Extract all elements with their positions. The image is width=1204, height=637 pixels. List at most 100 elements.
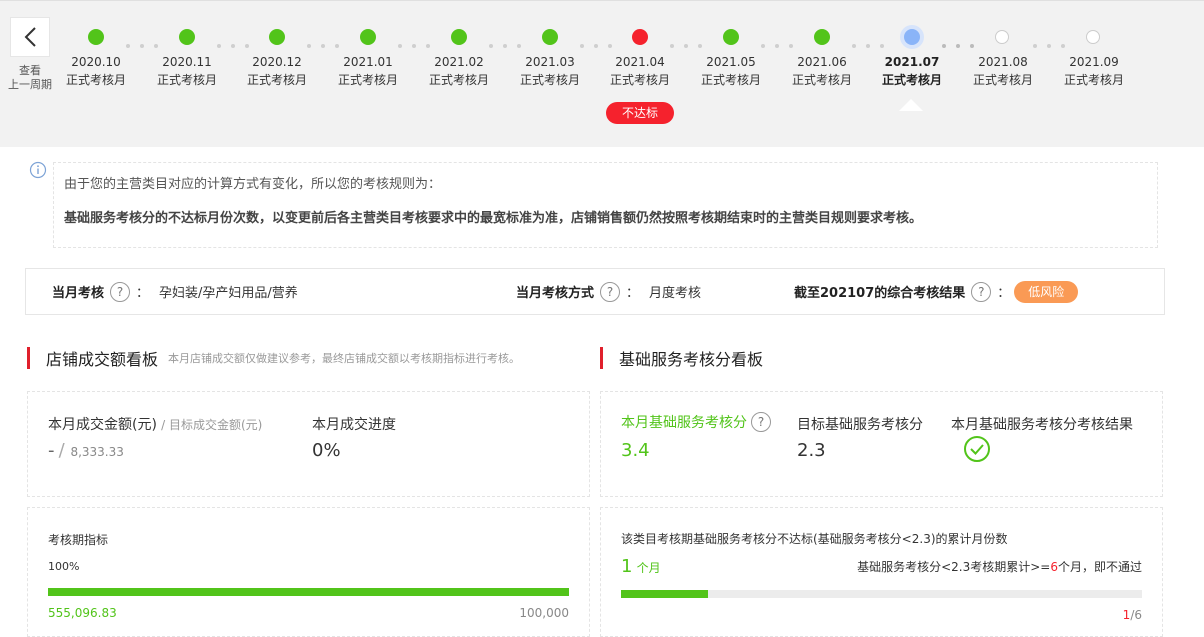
month-date: 2021.01	[343, 55, 393, 69]
timeline-connector	[489, 37, 531, 48]
timeline-month-2021.01[interactable]: 2021.01 正式考核月	[328, 53, 408, 89]
month-type: 正式考核月	[972, 73, 1033, 87]
period-current-value: 555,096.83	[48, 606, 117, 620]
score-label-row: 本月基础服务考核分 ?	[621, 412, 777, 432]
risk-badge: 低风险	[1014, 280, 1079, 303]
timeline-dot-2021.02[interactable]	[451, 29, 467, 45]
month-date: 2021.07	[884, 55, 940, 69]
timeline-month-2021.05[interactable]: 2021.05 正式考核月	[691, 53, 771, 89]
overall-result-item: 截至202107的综合考核结果 ? ： 低风险	[794, 269, 1079, 314]
target-score-value: 2.3	[797, 440, 826, 461]
month-type: 正式考核月	[881, 73, 942, 87]
score-label: 本月基础服务考核分	[621, 415, 747, 431]
amount-label: 本月成交金额(元)	[48, 417, 157, 433]
target-amount-value: 8,333.33	[70, 445, 124, 459]
timeline-dot-2020.10[interactable]	[88, 29, 104, 45]
month-type: 正式考核月	[65, 73, 126, 87]
timeline-month-2020.11[interactable]: 2020.11 正式考核月	[147, 53, 227, 89]
timeline-connector	[307, 37, 349, 48]
month-type: 正式考核月	[337, 73, 398, 87]
timeline-dot-2021.01[interactable]	[360, 29, 376, 45]
fail-ratio-denominator: /6	[1130, 608, 1142, 622]
timeline-month-2020.12[interactable]: 2020.12 正式考核月	[237, 53, 317, 89]
fail-description: 该类目考核期基础服务考核分不达标(基础服务考核分<2.3)的累计月份数	[621, 532, 1008, 546]
month-type: 正式考核月	[246, 73, 307, 87]
timeline-dot-2021.08[interactable]	[995, 30, 1009, 44]
month-date: 2021.06	[797, 55, 847, 69]
colon: ：	[626, 286, 640, 301]
timeline-connector	[580, 37, 622, 48]
timeline-month-2021.08[interactable]: 2021.08 正式考核月	[963, 53, 1043, 89]
timeline-dot-2021.09[interactable]	[1086, 30, 1100, 44]
current-month-label: 当月考核	[52, 286, 105, 301]
rule-suffix: 个月，即不通过	[1057, 560, 1142, 574]
sales-summary-card: 本月成交金额(元) / 目标成交金额(元) - / 8,333.33 本月成交进…	[27, 391, 590, 497]
timeline-connector	[398, 37, 440, 48]
progress-label: 本月成交进度	[312, 417, 396, 433]
month-date: 2020.10	[71, 55, 121, 69]
notice-line1: 由于您的主营类目对应的计算方式有变化，所以您的考核规则为：	[64, 177, 442, 192]
help-icon[interactable]: ?	[600, 281, 621, 302]
amount-value: -	[48, 440, 55, 461]
period-label: 考核期指标	[48, 533, 109, 547]
month-type: 正式考核月	[519, 73, 580, 87]
month-date: 2021.05	[706, 55, 756, 69]
timeline-dot-2020.12[interactable]	[269, 29, 285, 45]
check-circle-icon	[964, 436, 990, 462]
timeline-month-2021.09[interactable]: 2021.09 正式考核月	[1054, 53, 1134, 89]
fail-count-row: 1 个月	[621, 556, 661, 577]
period-progress-fill	[48, 588, 569, 596]
sales-section-subtitle: 本月店铺成交额仅做建议参考，最终店铺成交额以考核期指标进行考核。	[168, 352, 521, 365]
timeline-connector	[1033, 37, 1075, 48]
month-type: 正式考核月	[609, 73, 670, 87]
target-score-label: 目标基础服务考核分	[797, 417, 923, 433]
help-icon[interactable]: ?	[110, 281, 131, 302]
overall-result-label: 截至202107的综合考核结果	[794, 286, 966, 301]
timeline-connector	[217, 37, 259, 48]
month-date: 2021.04	[615, 55, 665, 69]
info-icon	[29, 161, 47, 179]
fail-rule-text: 基础服务考核分<2.3考核期累计>=6个月，即不通过	[857, 558, 1142, 575]
timeline-connector	[126, 37, 168, 48]
section-accent-bar	[27, 347, 30, 369]
rule-number: 6	[1050, 560, 1058, 574]
target-amount-label: 目标成交金额(元)	[168, 418, 263, 432]
method-label: 当月考核方式	[516, 286, 595, 301]
fail-count-unit: 个月	[636, 561, 661, 575]
colon: ：	[997, 286, 1011, 301]
previous-period-label[interactable]: 查看 上一周期	[4, 64, 56, 92]
fail-progress-fill	[621, 590, 708, 598]
timeline-dot-2021.06[interactable]	[814, 29, 830, 45]
period-progress-track	[48, 588, 569, 596]
fail-badge: 不达标	[606, 102, 674, 124]
timeline-dot-2021.07[interactable]	[904, 29, 920, 45]
timeline-month-2021.06[interactable]: 2021.06 正式考核月	[782, 53, 862, 89]
chevron-left-icon	[24, 27, 36, 47]
timeline-dot-2021.03[interactable]	[542, 29, 558, 45]
fail-count-card: 该类目考核期基础服务考核分不达标(基础服务考核分<2.3)的累计月份数 1 个月…	[600, 507, 1163, 637]
sales-section-header: 店铺成交额看板 本月店铺成交额仅做建议参考，最终店铺成交额以考核期指标进行考核。	[27, 346, 520, 370]
fail-ratio: 1/6	[1123, 608, 1142, 622]
help-icon[interactable]: ?	[971, 281, 992, 302]
month-type: 正式考核月	[428, 73, 489, 87]
month-type: 正式考核月	[1063, 73, 1124, 87]
month-date: 2020.12	[252, 55, 302, 69]
timeline-dot-2021.04[interactable]	[632, 29, 648, 45]
score-value: 3.4	[621, 440, 650, 461]
timeline-month-2021.03[interactable]: 2021.03 正式考核月	[510, 53, 590, 89]
timeline-month-2021.04[interactable]: 2021.04 正式考核月	[600, 53, 680, 89]
progress-value: 0%	[312, 440, 341, 461]
fail-progress-track	[621, 590, 1142, 598]
timeline-month-2020.10[interactable]: 2020.10 正式考核月	[56, 53, 136, 89]
help-icon[interactable]: ?	[751, 412, 771, 432]
previous-period-button[interactable]	[10, 17, 50, 57]
timeline-month-2021.07[interactable]: 2021.07 正式考核月	[872, 53, 952, 89]
timeline-dot-2020.11[interactable]	[179, 29, 195, 45]
fail-count-value: 1	[621, 556, 633, 577]
colon: ：	[136, 286, 150, 301]
timeline-dot-2021.05[interactable]	[723, 29, 739, 45]
current-month-category: 孕妇装/孕产妇用品/营养	[159, 286, 298, 301]
timeline-month-2021.02[interactable]: 2021.02 正式考核月	[419, 53, 499, 89]
month-date: 2021.03	[525, 55, 575, 69]
service-section-title: 基础服务考核分看板	[619, 350, 764, 369]
